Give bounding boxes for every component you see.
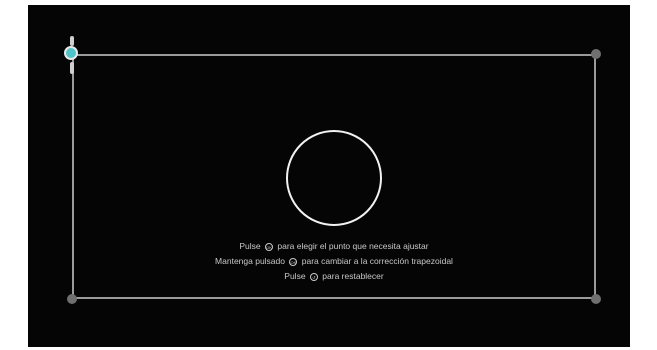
adjust-handle-down[interactable] [70, 62, 74, 74]
hint-3-post: para restablecer [322, 271, 384, 281]
hint-line-3: Pulse ↺ para restablecer [72, 271, 596, 282]
adjust-handle-up[interactable] [70, 36, 74, 46]
center-circle [286, 130, 382, 226]
corner-bottom-right[interactable] [591, 294, 601, 304]
corner-top-right[interactable] [591, 49, 601, 59]
hint-1-pre: Pulse [239, 241, 261, 251]
corner-bottom-left[interactable] [67, 294, 77, 304]
hint-2-pre: Mantenga pulsado [215, 256, 285, 266]
hint-line-2: Mantenga pulsado OK para cambiar a la co… [72, 256, 596, 267]
ok-button-icon: OK [289, 257, 298, 266]
hint-2-post: para cambiar a la corrección trapezoidal [301, 256, 453, 266]
hint-1-post: para elegir el punto que necesita ajusta… [277, 241, 429, 251]
ok-button-icon: OK [265, 242, 274, 251]
corner-top-left-selected[interactable] [64, 46, 78, 60]
reset-button-icon: ↺ [309, 272, 318, 281]
hint-line-1: Pulse OK para elegir el punto que necesi… [72, 241, 596, 252]
hint-3-pre: Pulse [284, 271, 306, 281]
